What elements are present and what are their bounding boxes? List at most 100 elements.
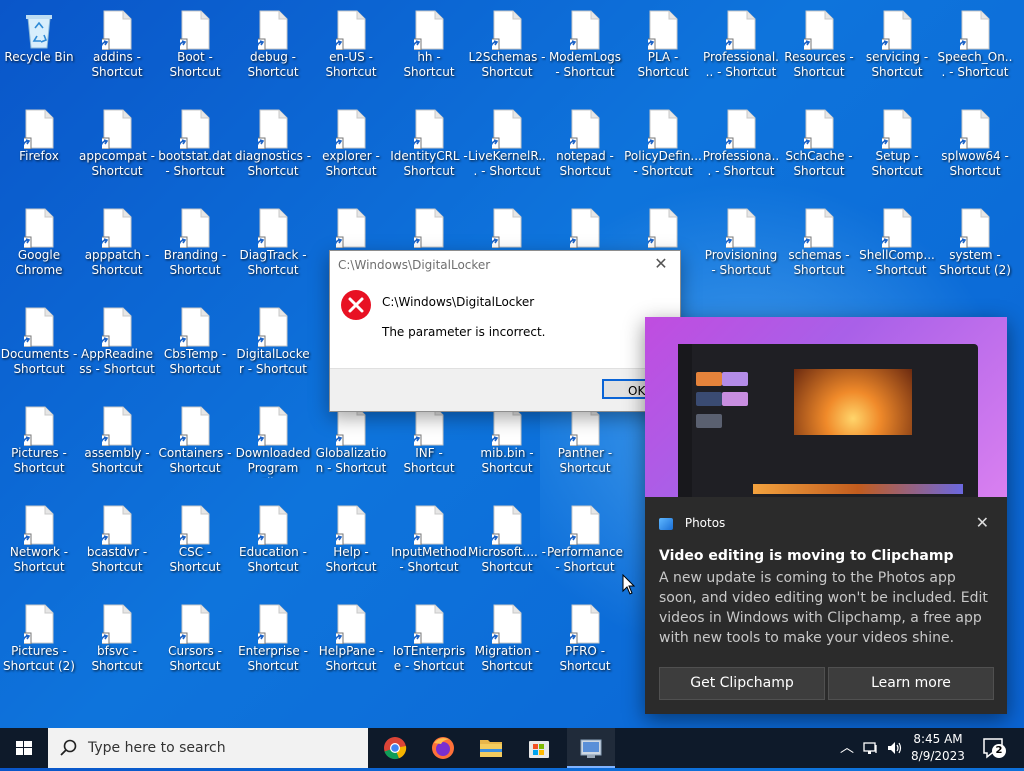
desktop-icon-identitycrl-shortcut[interactable]: IdentityCRL - Shortcut — [390, 99, 468, 195]
network-icon[interactable] — [862, 739, 880, 757]
desktop-icon-explorer-shortcut[interactable]: explorer - Shortcut — [312, 99, 390, 195]
desktop-icon-shellcomp-shortcut[interactable]: ShellComp... - Shortcut — [858, 198, 936, 294]
desktop-icon-enterprise-shortcut[interactable]: Enterprise - Shortcut — [234, 594, 312, 690]
learn-more-button[interactable]: Learn more — [828, 667, 994, 700]
desktop-icon-network-shortcut[interactable]: Network - Shortcut — [0, 495, 78, 591]
desktop-icon-downloaded-program-fil[interactable]: Downloaded Program Fil... — [234, 396, 312, 492]
desktop-icon-label: mib.bin - Shortcut — [480, 446, 534, 475]
shortcut-file-icon — [960, 208, 990, 248]
desktop-icon-addins-shortcut[interactable]: addins - Shortcut — [78, 0, 156, 96]
shortcut-file-icon — [258, 307, 288, 347]
get-clipchamp-button[interactable]: Get Clipchamp — [659, 667, 825, 700]
desktop-icon-google-chrome[interactable]: Google Chrome — [0, 198, 78, 294]
desktop-icon-containers-shortcut[interactable]: Containers - Shortcut — [156, 396, 234, 492]
desktop-icon-csc-shortcut[interactable]: CSC - Shortcut — [156, 495, 234, 591]
desktop-icon-diagnostics-shortcut[interactable]: diagnostics - Shortcut — [234, 99, 312, 195]
desktop-icon-migration-shortcut[interactable]: Migration - Shortcut — [468, 594, 546, 690]
shortcut-file-icon — [414, 406, 444, 446]
desktop-icon-bcastdvr-shortcut[interactable]: bcastdvr - Shortcut — [78, 495, 156, 591]
close-icon[interactable]: ✕ — [976, 513, 989, 532]
error-dialog[interactable]: C:\Windows\DigitalLocker ✕ C:\Windows\Di… — [329, 250, 681, 412]
desktop-icon-help-shortcut[interactable]: Help - Shortcut — [312, 495, 390, 591]
desktop-icon-l2schemas-shortcut[interactable]: L2Schemas - Shortcut — [468, 0, 546, 96]
desktop-icon-label: PolicyDefin... - Shortcut — [624, 149, 702, 178]
desktop-icon-documents-shortcut[interactable]: Documents - Shortcut — [0, 297, 78, 393]
desktop-icon-schcache-shortcut[interactable]: SchCache - Shortcut — [780, 99, 858, 195]
start-button[interactable] — [0, 728, 48, 768]
notification-center-button[interactable]: 2 — [980, 736, 1008, 760]
desktop-icon-firefox[interactable]: Firefox — [0, 99, 78, 195]
desktop-icon-professiona-shortcut[interactable]: Professiona... - Shortcut — [702, 99, 780, 195]
desktop-icon-branding-shortcut[interactable]: Branding - Shortcut — [156, 198, 234, 294]
desktop-icon-livekernelr-shortcut[interactable]: LiveKernelR... - Shortcut — [468, 99, 546, 195]
desktop-icon-assembly-shortcut[interactable]: assembly - Shortcut — [78, 396, 156, 492]
desktop-icon-bootstat-dat-shortcut[interactable]: bootstat.dat - Shortcut — [156, 99, 234, 195]
desktop-icon-splwow64-shortcut[interactable]: splwow64 - Shortcut — [936, 99, 1014, 195]
desktop-icon-servicing-shortcut[interactable]: servicing - Shortcut — [858, 0, 936, 96]
desktop-icon-bfsvc-shortcut[interactable]: bfsvc - Shortcut — [78, 594, 156, 690]
taskbar-store[interactable] — [515, 728, 563, 768]
desktop-icon-speech-on-shortcut[interactable]: Speech_On... - Shortcut — [936, 0, 1014, 96]
desktop-icon-professional-shortcut[interactable]: Professional... - Shortcut — [702, 0, 780, 96]
desktop-icon-debug-shortcut[interactable]: debug - Shortcut — [234, 0, 312, 96]
shortcut-file-icon — [492, 604, 522, 644]
desktop-icon-label: hh - Shortcut — [403, 50, 455, 79]
shortcut-file-icon — [258, 406, 288, 446]
taskbar-search[interactable]: Type here to search — [48, 728, 368, 768]
desktop-icon-boot-shortcut[interactable]: Boot - Shortcut — [156, 0, 234, 96]
desktop-icon-en-us-shortcut[interactable]: en-US - Shortcut — [312, 0, 390, 96]
taskbar-file-explorer[interactable] — [467, 728, 515, 768]
close-icon[interactable]: ✕ — [650, 253, 672, 275]
desktop-icon-schemas-shortcut[interactable]: schemas - Shortcut — [780, 198, 858, 294]
clock[interactable]: 8:45 AM 8/9/2023 — [904, 731, 972, 765]
dialog-titlebar[interactable]: C:\Windows\DigitalLocker ✕ — [330, 251, 680, 279]
desktop-icon-pfro-shortcut[interactable]: PFRO - Shortcut — [546, 594, 624, 690]
desktop-icon-pictures-shortcut[interactable]: Pictures - Shortcut — [0, 396, 78, 492]
desktop-icon-microsoft-shortcut[interactable]: Microsoft.... - Shortcut — [468, 495, 546, 591]
desktop-icon-cursors-shortcut[interactable]: Cursors - Shortcut — [156, 594, 234, 690]
shortcut-file-icon — [804, 10, 834, 50]
desktop-icon-label: Globalization - Shortcut — [315, 446, 387, 475]
desktop-icon-system-shortcut-2[interactable]: system - Shortcut (2) — [936, 198, 1014, 294]
desktop-icon-digitallocker-shortcut[interactable]: DigitalLocker - Shortcut — [234, 297, 312, 393]
desktop-icon-provisioning-shortcut[interactable]: Provisioning - Shortcut — [702, 198, 780, 294]
desktop-icon-setup-shortcut[interactable]: Setup - Shortcut — [858, 99, 936, 195]
video-preview — [794, 369, 912, 435]
chevron-up-icon[interactable]: ︿ — [838, 739, 856, 757]
volume-icon[interactable] — [886, 739, 904, 757]
desktop-icon-recycle-bin[interactable]: Recycle Bin — [0, 0, 78, 96]
desktop-icon-helppane-shortcut[interactable]: HelpPane - Shortcut — [312, 594, 390, 690]
desktop-icon-cbstemp-shortcut[interactable]: CbsTemp - Shortcut — [156, 297, 234, 393]
taskbar-active-window[interactable] — [567, 728, 615, 768]
desktop-icon-label: IoTEnterprise - Shortcut — [392, 644, 466, 673]
desktop-icon-label: INF - Shortcut — [403, 446, 455, 475]
desktop-icon-pictures-shortcut-2[interactable]: Pictures - Shortcut (2) — [0, 594, 78, 690]
notification-toast[interactable]: Photos ✕ Video editing is moving to Clip… — [645, 317, 1007, 714]
desktop-icon-iotenterprise-shortcut[interactable]: IoTEnterprise - Shortcut — [390, 594, 468, 690]
desktop-icon-education-shortcut[interactable]: Education - Shortcut — [234, 495, 312, 591]
dialog-title: C:\Windows\DigitalLocker — [338, 258, 491, 272]
shortcut-file-icon — [804, 208, 834, 248]
desktop-icon-inputmethod-shortcut[interactable]: InputMethod - Shortcut — [390, 495, 468, 591]
shortcut-file-icon — [726, 10, 756, 50]
desktop-icon-performance-shortcut[interactable]: Performance - Shortcut — [546, 495, 624, 591]
desktop-icon-apppatch-shortcut[interactable]: apppatch - Shortcut — [78, 198, 156, 294]
desktop-icon-resources-shortcut[interactable]: Resources - Shortcut — [780, 0, 858, 96]
store-icon — [529, 741, 549, 758]
desktop-icon-label: CbsTemp - Shortcut — [163, 347, 227, 376]
taskbar-firefox[interactable] — [419, 728, 467, 768]
taskbar-chrome[interactable] — [371, 728, 419, 768]
desktop-icon-appreadiness-shortcut[interactable]: AppReadiness - Shortcut — [78, 297, 156, 393]
desktop-icon-label: SchCache - Shortcut — [785, 149, 853, 178]
desktop-icon-modemlogs-shortcut[interactable]: ModemLogs - Shortcut — [546, 0, 624, 96]
desktop-icon-policydefin-shortcut[interactable]: PolicyDefin... - Shortcut — [624, 99, 702, 195]
desktop-icon-notepad-shortcut[interactable]: notepad - Shortcut — [546, 99, 624, 195]
desktop-icon-appcompat-shortcut[interactable]: appcompat - Shortcut — [78, 99, 156, 195]
desktop-icon-label: schemas - Shortcut — [788, 248, 850, 277]
shortcut-file-icon — [492, 505, 522, 545]
desktop-icon-diagtrack-shortcut[interactable]: DiagTrack - Shortcut — [234, 198, 312, 294]
desktop-icon-label: ModemLogs - Shortcut — [548, 50, 622, 79]
desktop-icon-pla-shortcut[interactable]: PLA - Shortcut — [624, 0, 702, 96]
desktop-icon-hh-shortcut[interactable]: hh - Shortcut — [390, 0, 468, 96]
shortcut-file-icon — [804, 109, 834, 149]
